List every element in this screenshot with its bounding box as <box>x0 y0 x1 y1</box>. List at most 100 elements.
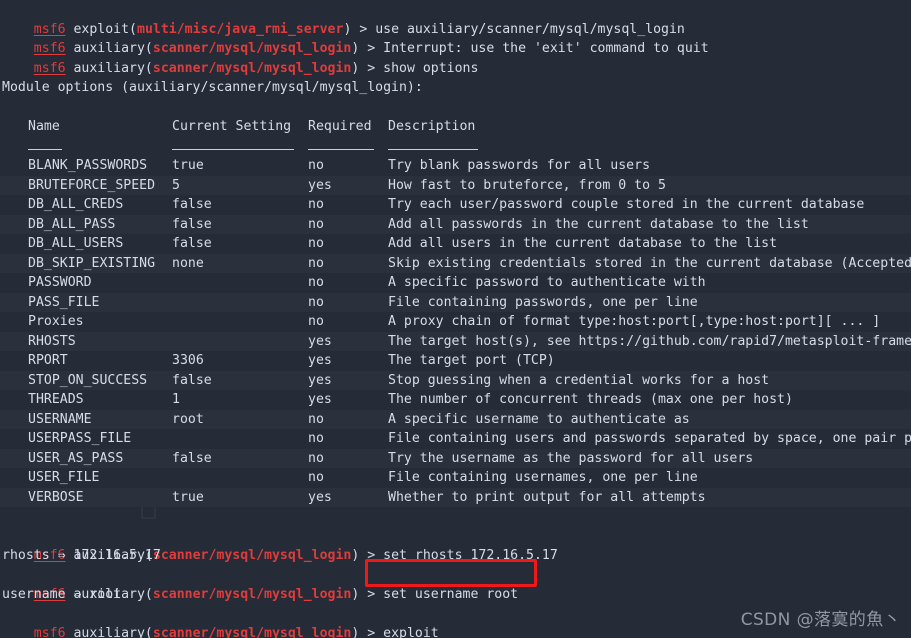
prompt-caret: ) > <box>351 626 384 638</box>
option-required: yes <box>308 353 332 368</box>
table-row: DB_ALL_PASS false no Add all passwords in t… <box>0 214 911 234</box>
option-required: no <box>308 294 324 310</box>
module-options-heading: Module options (auxiliary/scanner/mysql/… <box>2 80 423 95</box>
option-name: PASSWORD <box>28 275 92 290</box>
option-required: no <box>308 411 324 427</box>
rule-description <box>388 148 478 150</box>
option-required: yes <box>308 333 332 349</box>
option-required: yes <box>308 177 332 193</box>
option-description: File containing users and passwords sepa… <box>388 431 911 446</box>
option-name: STOP_ON_SUCCESS <box>28 372 148 388</box>
option-current-setting: none <box>172 255 204 271</box>
option-required: no <box>308 197 324 212</box>
option-description: A specific password to authenticate with <box>388 275 706 290</box>
table-row: VERBOSE true yes Whether to print output fo… <box>0 487 911 507</box>
table-row: Proxies no A proxy chain of format type:ho… <box>0 312 911 332</box>
column-header-current-setting: Current Setting <box>172 119 292 134</box>
option-current-setting: true <box>172 158 204 173</box>
option-description: Stop guessing when a credential works fo… <box>388 372 770 388</box>
option-description: File containing usernames, one per line <box>388 470 698 485</box>
table-row: PASSWORD no A specific password to authent… <box>0 273 911 293</box>
option-name: DB_ALL_USERS <box>28 236 124 251</box>
option-current-setting: true <box>172 489 204 505</box>
option-description: File containing passwords, one per line <box>388 294 698 310</box>
table-row: DB_ALL_CREDS false no Try each user/passwor… <box>0 195 911 215</box>
option-required: yes <box>308 489 332 505</box>
option-current-setting: false <box>172 236 212 251</box>
command-text: show options <box>383 60 479 76</box>
table-row: USER_AS_PASS false no Try the username as t… <box>0 448 911 468</box>
option-description: How fast to bruteforce, from 0 to 5 <box>388 177 666 193</box>
table-row: PASS_FILE no File containing passwords, on… <box>0 292 911 312</box>
option-current-setting: false <box>172 450 212 466</box>
table-row: DB_ALL_USERS false no Add all users in the … <box>0 234 911 254</box>
option-description: Try the username as the password for all… <box>388 450 754 466</box>
option-name: PASS_FILE <box>28 294 100 310</box>
option-description: The target host(s), see https://github.c… <box>388 333 911 349</box>
table-row: STOP_ON_SUCCESS false yes Stop guessing whe… <box>0 370 911 390</box>
table-row: USERPASS_FILE no File containing users and… <box>0 429 911 449</box>
prompt-line-set-rhosts: msf6 auxiliary(scanner/mysql/mysql_login… <box>0 527 911 563</box>
option-description: The target port (TCP) <box>388 353 555 368</box>
option-description: Whether to print output for all attempts <box>388 489 706 505</box>
table-row: BLANK_PASSWORDS true no Try blank passwords… <box>0 156 911 176</box>
prompt-user: msf6 <box>33 626 66 638</box>
rule-current-setting <box>172 148 294 150</box>
option-required: no <box>308 470 324 485</box>
option-name: BLANK_PASSWORDS <box>28 158 148 173</box>
options-table-header: Name Current Setting Required Descriptio… <box>0 117 911 137</box>
option-description: A proxy chain of format type:host:port[,… <box>388 314 881 329</box>
prompt-context-kind: auxiliary( <box>65 60 153 76</box>
option-current-setting: root <box>172 411 204 427</box>
terminal-window[interactable]: ital metasploitable:/# ◻ msf6 exploit(mu… <box>0 0 911 638</box>
table-row: RPORT 3306 yes The target port (TCP) <box>0 351 911 371</box>
prompt-module-path: scanner/mysql/mysql_login <box>152 626 352 638</box>
column-header-description: Description <box>388 119 476 134</box>
rule-name <box>28 148 62 150</box>
prompt-line-set-username: msf6 auxiliary(scanner/mysql/mysql_login… <box>0 566 911 602</box>
option-required: no <box>308 431 324 446</box>
option-name: USER_AS_PASS <box>28 450 124 466</box>
option-description: A specific username to authenticate as <box>388 411 690 427</box>
column-header-name: Name <box>28 119 60 134</box>
option-name: USER_FILE <box>28 470 100 485</box>
option-current-setting: false <box>172 197 212 212</box>
option-required: yes <box>308 372 332 388</box>
option-description: Try blank passwords for all users <box>388 158 651 173</box>
option-description: Try each user/password couple stored in … <box>388 197 865 212</box>
option-name: Proxies <box>28 314 84 329</box>
table-row: USERNAME root no A specific username to aut… <box>0 409 911 429</box>
csdn-watermark: CSDN @落寞的魚丶 <box>740 609 901 630</box>
option-description: Add all passwords in the current databas… <box>388 216 809 232</box>
prompt-caret: ) > <box>351 60 384 76</box>
option-name: USERPASS_FILE <box>28 431 132 446</box>
option-description: Skip existing credentials stored in the … <box>388 255 911 271</box>
echo-username: username ⇒ root <box>2 587 122 602</box>
option-name: RHOSTS <box>28 333 76 349</box>
prompt-line-show-options: msf6 auxiliary(scanner/mysql/mysql_login… <box>0 39 911 76</box>
option-name: DB_SKIP_EXISTING <box>28 255 156 271</box>
option-description: The number of concurrent threads (max on… <box>388 392 793 407</box>
options-table-header-rules <box>0 137 911 157</box>
option-current-setting: 5 <box>172 177 180 193</box>
option-required: no <box>308 255 324 271</box>
prompt-user: msf6 <box>33 60 66 76</box>
prompt-line-interrupt: msf6 auxiliary(scanner/mysql/mysql_login… <box>0 20 911 56</box>
option-current-setting: false <box>172 216 212 232</box>
option-required: no <box>308 236 324 251</box>
rule-required <box>308 148 374 150</box>
option-required: no <box>308 216 324 232</box>
option-description: Add all users in the current database to… <box>388 236 778 251</box>
option-required: no <box>308 275 324 290</box>
option-name: DB_ALL_PASS <box>28 216 116 232</box>
option-required: no <box>308 314 324 329</box>
option-current-setting: 1 <box>172 392 180 407</box>
echo-rhosts: rhosts ⇒ 172.16.5.17 <box>2 548 161 563</box>
option-name: DB_ALL_CREDS <box>28 197 124 212</box>
table-row: RHOSTS yes The target host(s), see https:/… <box>0 331 911 351</box>
options-table-body: BLANK_PASSWORDS true no Try blank passwords… <box>0 156 911 507</box>
option-name: BRUTEFORCE_SPEED <box>28 177 156 193</box>
option-required: no <box>308 158 324 173</box>
table-row: DB_SKIP_EXISTING none no Skip existing cred… <box>0 253 911 273</box>
